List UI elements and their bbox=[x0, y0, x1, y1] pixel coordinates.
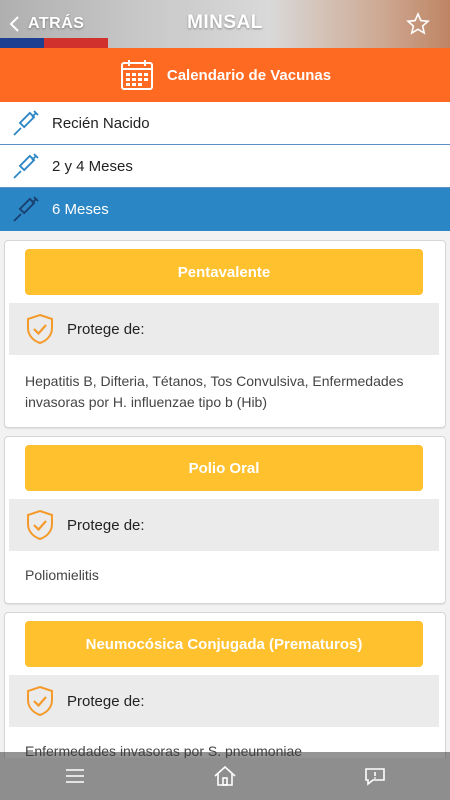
calendar-icon bbox=[120, 60, 153, 90]
favorite-button[interactable] bbox=[406, 12, 430, 36]
syringe-icon bbox=[13, 110, 39, 136]
banner-label: Calendario de Vacunas bbox=[166, 66, 332, 84]
menu-icon bbox=[66, 769, 84, 783]
flag-blue bbox=[0, 38, 44, 48]
home-icon bbox=[214, 765, 236, 786]
home-button[interactable] bbox=[195, 756, 255, 796]
app-title: MINSAL bbox=[187, 12, 263, 33]
syringe-icon bbox=[13, 153, 39, 179]
protects-label: Protege de: bbox=[67, 320, 145, 338]
age-label: 2 y 4 Meses bbox=[52, 157, 133, 175]
protects-label: Protege de: bbox=[67, 692, 145, 710]
age-item-recien-nacido[interactable]: Recién Nacido bbox=[0, 102, 450, 145]
diseases-text: Poliomielitis bbox=[25, 567, 99, 583]
age-label: 6 Meses bbox=[52, 200, 109, 218]
menu-button[interactable] bbox=[45, 756, 105, 796]
vaccine-list: Pentavalente Protege de: Hepatitis B, Di… bbox=[0, 236, 450, 758]
protects-label: Protege de: bbox=[67, 516, 145, 534]
age-label: Recién Nacido bbox=[52, 114, 150, 132]
vaccine-card: Polio Oral Protege de: Poliomielitis bbox=[4, 436, 446, 604]
diseases-text: Hepatitis B, Difteria, Tétanos, Tos Conv… bbox=[25, 373, 404, 410]
protects-row: Protege de: bbox=[9, 675, 439, 727]
star-outline-icon bbox=[406, 12, 430, 35]
chat-button[interactable] bbox=[345, 756, 405, 796]
bottom-nav bbox=[0, 752, 450, 800]
shield-check-icon bbox=[27, 313, 53, 345]
flag-strip bbox=[0, 38, 450, 48]
shield-check-icon bbox=[27, 685, 53, 717]
age-list: Recién Nacido 2 y 4 Meses 6 Meses bbox=[0, 102, 450, 231]
protects-row: Protege de: bbox=[9, 303, 439, 355]
age-item-2-y-4-meses[interactable]: 2 y 4 Meses bbox=[0, 145, 450, 188]
vaccine-name-button[interactable]: Polio Oral bbox=[25, 445, 423, 491]
calendar-banner[interactable]: Calendario de Vacunas bbox=[0, 48, 450, 102]
protects-row: Protege de: bbox=[9, 499, 439, 551]
age-item-6-meses[interactable]: 6 Meses bbox=[0, 188, 450, 231]
vaccine-name-button[interactable]: Neumocósica Conjugada (Prematuros) bbox=[25, 621, 423, 667]
flag-red bbox=[44, 38, 108, 48]
vaccine-name-button[interactable]: Pentavalente bbox=[25, 249, 423, 295]
syringe-icon bbox=[13, 196, 39, 222]
vaccine-card: Neumocósica Conjugada (Prematuros) Prote… bbox=[4, 612, 446, 758]
vaccine-card: Pentavalente Protege de: Hepatitis B, Di… bbox=[4, 240, 446, 428]
top-bar: ATRÁS MINSAL bbox=[0, 0, 450, 48]
chat-icon bbox=[365, 768, 385, 786]
shield-check-icon bbox=[27, 509, 53, 541]
